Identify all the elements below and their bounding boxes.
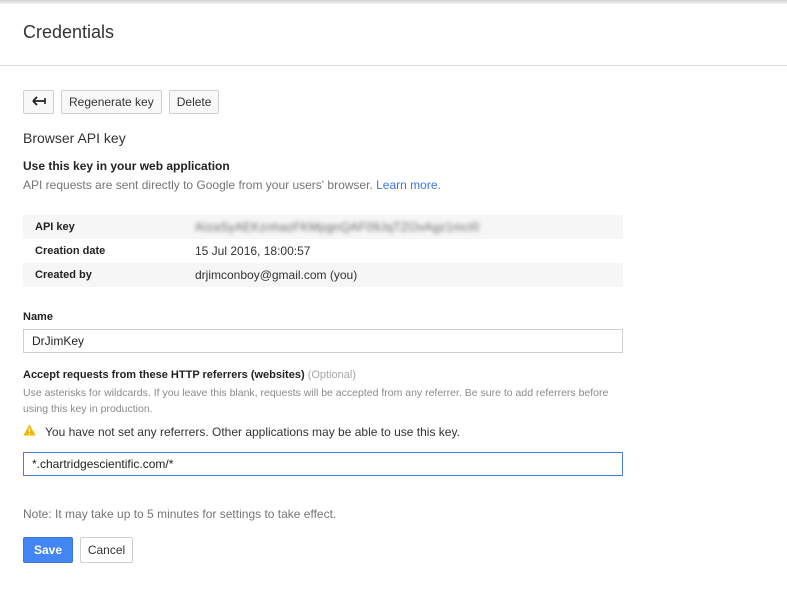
creation-date-label: Creation date (35, 245, 106, 257)
key-details-table: API key AIzaSyAEKznhazFKMpgnQAF09JqTZOvA… (23, 215, 623, 287)
delete-button[interactable]: Delete (168, 90, 220, 114)
regenerate-key-button[interactable]: Regenerate key (61, 90, 162, 114)
section-title: Browser API key (23, 130, 126, 146)
form-actions: Save Cancel (23, 537, 133, 563)
save-button[interactable]: Save (23, 537, 73, 563)
api-key-value[interactable]: AIzaSyAEKznhazFKMpgnQAF09JqTZOvAgz1mcl0 (195, 220, 479, 234)
title-divider (0, 65, 787, 66)
creation-date-row: Creation date 15 Jul 2016, 18:00:57 (23, 239, 623, 263)
back-button[interactable] (23, 90, 54, 114)
usage-description: API requests are sent directly to Google… (23, 178, 441, 192)
arrow-left-icon (31, 95, 46, 109)
usage-heading: Use this key in your web application (23, 159, 230, 173)
referrers-label: Accept requests from these HTTP referrer… (23, 369, 356, 381)
optional-tag: (Optional) (307, 369, 356, 381)
settings-note: Note: It may take up to 5 minutes for se… (23, 507, 337, 521)
usage-description-text: API requests are sent directly to Google… (23, 178, 373, 192)
creation-date-value: 15 Jul 2016, 18:00:57 (195, 244, 311, 258)
warning-icon (23, 424, 45, 439)
created-by-value: drjimconboy@gmail.com (you) (195, 268, 358, 282)
referrers-label-text: Accept requests from these HTTP referrer… (23, 369, 305, 381)
created-by-row: Created by drjimconboy@gmail.com (you) (23, 263, 623, 287)
created-by-label: Created by (35, 269, 92, 281)
cancel-button[interactable]: Cancel (80, 537, 133, 563)
toolbar: Regenerate key Delete (23, 90, 220, 114)
referrers-help: Use asterisks for wildcards. If you leav… (23, 387, 609, 415)
page-title: Credentials (23, 22, 115, 42)
name-input[interactable] (23, 329, 623, 353)
learn-more-link[interactable]: Learn more. (376, 178, 441, 192)
referrer-warning: You have not set any referrers. Other ap… (23, 424, 460, 439)
api-key-row: API key AIzaSyAEKznhazFKMpgnQAF09JqTZOvA… (23, 215, 623, 239)
top-shadow (0, 0, 787, 4)
api-key-label: API key (35, 221, 75, 233)
name-label: Name (23, 311, 53, 323)
warning-text: You have not set any referrers. Other ap… (45, 424, 460, 439)
referrer-input[interactable] (23, 452, 623, 476)
